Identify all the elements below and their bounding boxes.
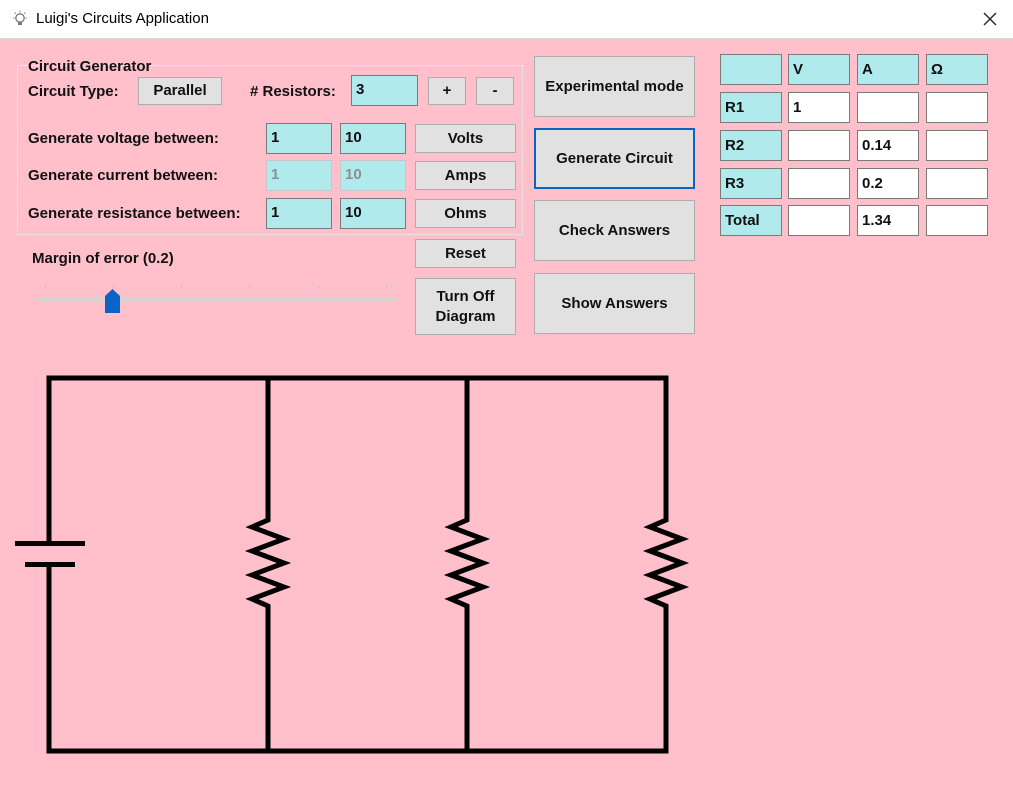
lightbulb-icon: [13, 10, 27, 25]
slider-tick: [181, 285, 182, 289]
row-label-r3: R3: [720, 168, 782, 199]
current-max-input[interactable]: 10: [340, 160, 406, 191]
total-current-input[interactable]: 1.34: [857, 205, 919, 236]
resistors-count-input[interactable]: 3: [351, 75, 418, 106]
window-title: Luigi's Circuits Application: [36, 10, 209, 27]
decrement-resistors-button[interactable]: -: [476, 77, 514, 105]
table-header-current: A: [857, 54, 919, 85]
close-icon: [983, 12, 997, 26]
experimental-mode-button[interactable]: Experimental mode: [534, 56, 695, 117]
table-header-resistance: Ω: [926, 54, 988, 85]
slider-tick: [318, 285, 319, 289]
r3-voltage-input[interactable]: [788, 168, 850, 199]
circuit-generator-title: Circuit Generator: [28, 58, 152, 75]
reset-button[interactable]: Reset: [415, 239, 516, 268]
voltage-range-label: Generate voltage between:: [28, 130, 219, 147]
circuit-type-button[interactable]: Parallel: [138, 77, 222, 105]
total-resistance-input[interactable]: [926, 205, 988, 236]
circuit-diagram: [15, 375, 690, 754]
current-min-input[interactable]: 1: [266, 160, 332, 191]
show-answers-button[interactable]: Show Answers: [534, 273, 695, 334]
r1-current-input[interactable]: [857, 92, 919, 123]
r3-current-input[interactable]: 0.2: [857, 168, 919, 199]
resistor-3: [642, 375, 690, 754]
turn-off-diagram-button[interactable]: Turn Off Diagram: [415, 278, 516, 335]
row-label-r2: R2: [720, 130, 782, 161]
circuit-type-label: Circuit Type:: [28, 83, 119, 100]
r2-current-input[interactable]: 0.14: [857, 130, 919, 161]
r2-voltage-input[interactable]: [788, 130, 850, 161]
row-label-total: Total: [720, 205, 782, 236]
ohms-button[interactable]: Ohms: [415, 199, 516, 228]
voltage-max-input[interactable]: 10: [340, 123, 406, 154]
increment-resistors-button[interactable]: +: [428, 77, 466, 105]
margin-of-error-label: Margin of error (0.2): [32, 250, 174, 267]
margin-of-error-slider[interactable]: [38, 298, 395, 301]
slider-tick: [249, 285, 250, 289]
volts-button[interactable]: Volts: [415, 124, 516, 153]
battery-symbol: [15, 541, 85, 567]
table-header-blank: [720, 54, 782, 85]
resistor-2: [443, 375, 491, 754]
generate-circuit-button[interactable]: Generate Circuit: [534, 128, 695, 189]
resistance-max-input[interactable]: 10: [340, 198, 406, 229]
resistance-range-label: Generate resistance between:: [28, 205, 241, 222]
table-header-voltage: V: [788, 54, 850, 85]
current-range-label: Generate current between:: [28, 167, 219, 184]
resistors-label: # Resistors:: [250, 83, 336, 100]
close-button[interactable]: [967, 0, 1013, 38]
title-bar: Luigi's Circuits Application: [0, 0, 1013, 39]
r1-voltage-input[interactable]: 1: [788, 92, 850, 123]
r2-resistance-input[interactable]: [926, 130, 988, 161]
voltage-min-input[interactable]: 1: [266, 123, 332, 154]
slider-thumb[interactable]: [105, 289, 120, 313]
total-voltage-input[interactable]: [788, 205, 850, 236]
check-answers-button[interactable]: Check Answers: [534, 200, 695, 261]
slider-tick: [45, 285, 46, 289]
r1-resistance-input[interactable]: [926, 92, 988, 123]
resistance-min-input[interactable]: 1: [266, 198, 332, 229]
resistor-1: [244, 375, 292, 754]
row-label-r1: R1: [720, 92, 782, 123]
slider-tick: [386, 285, 387, 289]
r3-resistance-input[interactable]: [926, 168, 988, 199]
amps-button[interactable]: Amps: [415, 161, 516, 190]
